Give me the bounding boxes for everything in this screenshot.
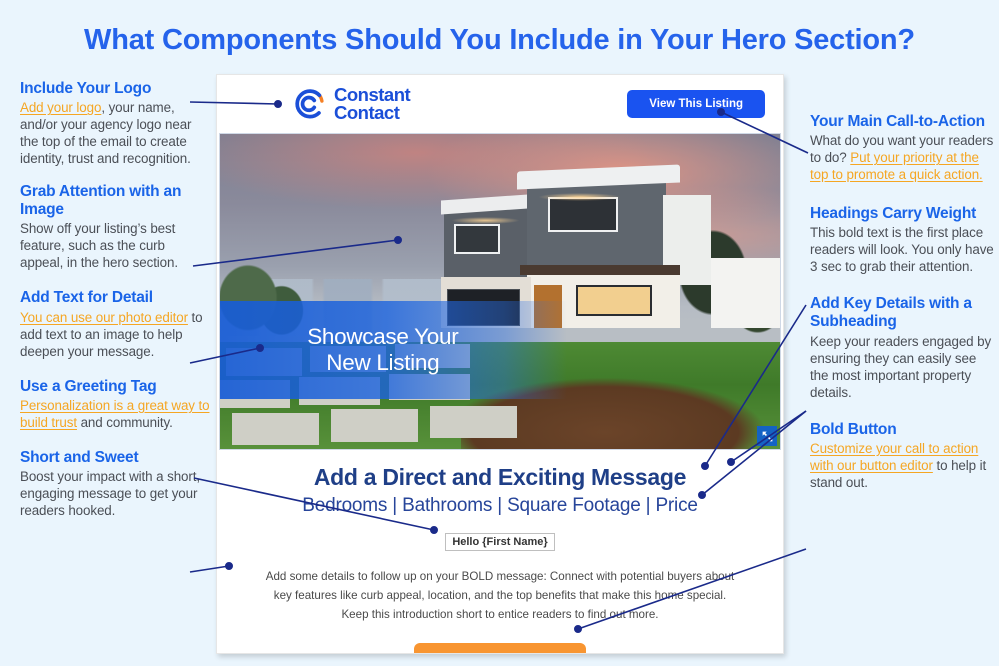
annotation-body-text: and community. bbox=[76, 414, 173, 430]
hero-overlay-line-2: New Listing bbox=[326, 349, 440, 375]
annotation-body: Customize your call to action with our b… bbox=[810, 440, 996, 491]
hero-overlay-text: Showcase Your New Listing bbox=[220, 301, 534, 399]
annotation-short-and-sweet: Short and Sweet Boost your impact with a… bbox=[20, 449, 210, 519]
left-annotations: Include Your Logo Add your logo, your na… bbox=[20, 80, 210, 533]
annotation-body: Show off your listing’s best feature, su… bbox=[20, 221, 178, 271]
page-title: What Components Should You Include in Yo… bbox=[84, 24, 915, 56]
hero-image[interactable]: Showcase Your New Listing bbox=[219, 133, 781, 450]
annotation-body: You can use our photo editor to add text… bbox=[20, 309, 210, 360]
email-preview-card: Constant Contact View This Listing Showc… bbox=[216, 74, 784, 654]
email-headline: Add a Direct and Exciting Message bbox=[313, 464, 687, 490]
annotation-heading: Add Text for Detail bbox=[20, 289, 153, 307]
annotation-body: Keep your readers engaged by ensuring th… bbox=[810, 333, 992, 400]
email-body: Add a Direct and Exciting Message Bedroo… bbox=[217, 450, 783, 653]
annotation-heading: Include Your Logo bbox=[20, 80, 152, 97]
annotation-heading: Bold Button bbox=[810, 420, 897, 438]
annotation-link[interactable]: Add your logo bbox=[20, 100, 101, 115]
short-action-here-button[interactable]: Short Action Here bbox=[413, 642, 587, 653]
constant-contact-mark-icon bbox=[293, 87, 327, 121]
annotation-include-your-logo: Include Your Logo Add your logo, your na… bbox=[20, 80, 210, 167]
annotation-add-text-for-detail: Add Text for Detail You can use our phot… bbox=[20, 289, 210, 359]
annotation-heading: Short and Sweet bbox=[20, 448, 139, 466]
logo-line-2: Contact bbox=[334, 102, 400, 123]
annotation-grab-attention-with-an-image: Grab Attention with an Image Show off yo… bbox=[20, 183, 210, 271]
annotation-your-main-call-to-action: Your Main Call-to-Action What do you wan… bbox=[810, 113, 996, 183]
right-annotations: Your Main Call-to-Action What do you wan… bbox=[810, 113, 996, 505]
annotation-body: What do you want your readers to do? Put… bbox=[810, 132, 996, 183]
annotation-add-key-details-with-a-subheading: Add Key Details with a Subheading Keep y… bbox=[810, 295, 996, 400]
hero-overlay-line-1: Showcase Your bbox=[307, 323, 459, 349]
expand-arrows-icon[interactable] bbox=[757, 426, 777, 446]
view-this-listing-button[interactable]: View This Listing bbox=[627, 90, 765, 118]
email-paragraph: Add some details to follow up on your BO… bbox=[265, 570, 735, 621]
constant-contact-wordmark: Constant Contact bbox=[334, 86, 411, 123]
annotation-body: This bold text is the first place reader… bbox=[810, 225, 994, 275]
annotation-body: Boost your impact with a short, engaging… bbox=[20, 468, 200, 518]
annotation-body: Add your logo, your name, and/or your ag… bbox=[20, 99, 210, 167]
annotation-bold-button: Bold Button Customize your call to actio… bbox=[810, 421, 996, 491]
annotation-body: Personalization is a great way to build … bbox=[20, 397, 210, 431]
email-header: Constant Contact View This Listing bbox=[217, 75, 783, 133]
annotation-use-a-greeting-tag: Use a Greeting Tag Personalization is a … bbox=[20, 378, 210, 431]
annotation-heading: Your Main Call-to-Action bbox=[810, 113, 985, 130]
annotation-headings-carry-weight: Headings Carry Weight This bold text is … bbox=[810, 205, 996, 275]
annotation-heading: Add Key Details with a Subheading bbox=[810, 295, 972, 331]
annotation-heading: Grab Attention with an Image bbox=[20, 183, 182, 219]
annotation-heading: Headings Carry Weight bbox=[810, 205, 977, 223]
annotation-heading: Use a Greeting Tag bbox=[20, 377, 157, 395]
greeting-tag: Hello {First Name} bbox=[445, 533, 555, 551]
email-subheading: Bedrooms | Bathrooms | Square Footage | … bbox=[302, 495, 698, 516]
annotation-link[interactable]: You can use our photo editor bbox=[20, 310, 188, 325]
constant-contact-logo: Constant Contact bbox=[293, 86, 411, 123]
